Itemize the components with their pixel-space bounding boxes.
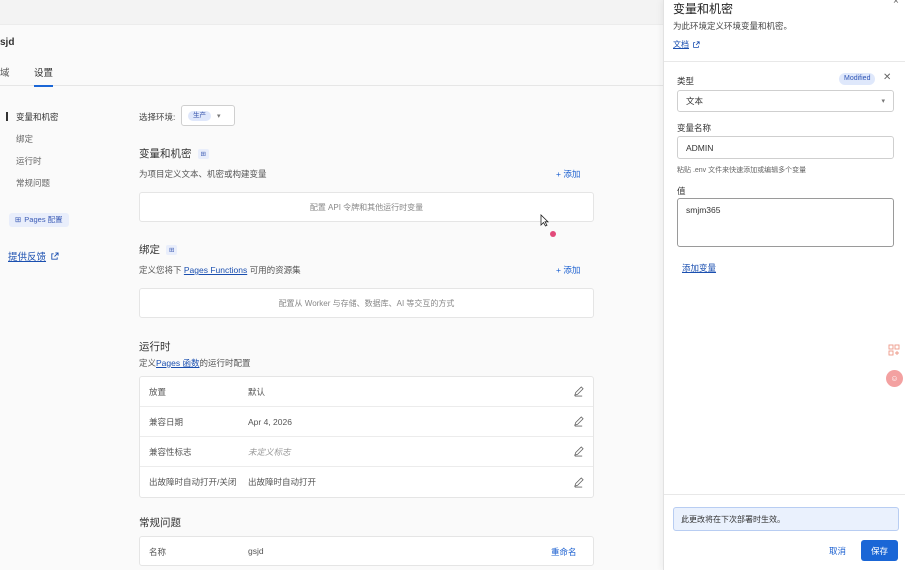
- vars-title-text: 变量和机密: [139, 148, 192, 160]
- runtime-key: 兼容日期: [149, 416, 184, 427]
- apps-icon[interactable]: [888, 344, 900, 356]
- table-row: 出故障时自动打开/关闭 出故障时自动打开: [140, 467, 593, 497]
- runtime-title-text: 运行时: [139, 341, 171, 353]
- runtime-table: 放置 默认 兼容日期 Apr 4, 2026 兼容性标志 未定义标志 出故障时自…: [139, 376, 594, 498]
- env-select[interactable]: 生产 ▾: [181, 105, 235, 126]
- main-area: sjd 域 设置 变量和机密 绑定 运行时 常规问题 ⊞ Pages 配置 提供…: [0, 0, 663, 570]
- faq-name-row: 名称 gsjd 重命名: [139, 536, 594, 566]
- runtime-value: 未定义标志: [248, 446, 291, 457]
- project-name-key: 名称: [149, 547, 167, 557]
- doc-icon[interactable]: ⊞: [197, 148, 209, 159]
- runtime-section-desc: 定义Pages 函数的运行时配置: [139, 357, 251, 369]
- doc-icon: ⊞: [15, 215, 22, 224]
- drawer-title: 变量和机密: [673, 2, 734, 16]
- table-row: 放置 默认: [140, 377, 593, 407]
- runtime-value: 默认: [248, 386, 266, 397]
- project-name-value: gsjd: [248, 546, 264, 556]
- vars-section-desc: 为项目定义文本、机密或构建变量: [139, 169, 267, 179]
- feedback-link[interactable]: 提供反馈: [8, 249, 59, 263]
- pages-config-label: Pages 配置: [24, 215, 63, 224]
- var-name-label: 变量名称: [677, 123, 712, 133]
- env-paste-hint: 粘贴 .env 文件来快速添加或编辑多个变量: [677, 167, 807, 174]
- remove-variable-icon[interactable]: ✕: [883, 72, 891, 83]
- doc-link-label: 文档: [673, 40, 689, 49]
- sidebar-active-marker: [6, 112, 8, 121]
- rename-button[interactable]: 重命名: [551, 546, 577, 558]
- vars-empty-text: 配置 API 令牌和其他运行时变量: [309, 202, 424, 212]
- bindings-section-title: 绑定 ⊞: [139, 242, 178, 257]
- faq-section-title: 常规问题: [139, 515, 181, 530]
- var-value-textarea[interactable]: smjm365: [677, 198, 894, 247]
- runtime-desc-pre: 定义: [139, 358, 157, 368]
- top-bar: [0, 0, 663, 25]
- add-binding-button[interactable]: + 添加: [556, 264, 580, 276]
- sidebar-item-general[interactable]: 常规问题: [16, 177, 50, 189]
- tab-settings[interactable]: 设置: [34, 65, 54, 87]
- env-selected: 生产: [188, 110, 211, 121]
- modified-badge: Modified: [839, 73, 876, 85]
- bindings-desc-pre: 定义您将下: [139, 265, 182, 275]
- mouse-cursor-icon: [540, 214, 549, 227]
- sidebar-item-variables[interactable]: 变量和机密: [16, 111, 59, 123]
- bindings-title-text: 绑定: [139, 244, 160, 256]
- external-link-icon: [693, 40, 700, 48]
- value-label: 值: [677, 186, 686, 196]
- divider: [664, 494, 905, 495]
- type-select[interactable]: 文本 ▾: [677, 90, 894, 112]
- type-label: 类型: [677, 76, 695, 86]
- save-button[interactable]: 保存: [861, 540, 898, 561]
- chevron-down-icon: ▾: [881, 98, 885, 105]
- env-label: 选择环境:: [139, 112, 176, 122]
- vars-section-title: 变量和机密 ⊞: [139, 146, 209, 161]
- runtime-section-title: 运行时: [139, 339, 171, 354]
- divider: [664, 61, 905, 62]
- indicator-dot: [550, 231, 556, 237]
- var-name-input[interactable]: [677, 136, 894, 159]
- deploy-note: 此更改将在下次部署时生效。: [673, 507, 899, 531]
- pages-function-link[interactable]: Pages 函数: [156, 358, 199, 368]
- add-variable-link[interactable]: 添加变量: [682, 262, 716, 274]
- chevron-down-icon: ▾: [217, 112, 221, 120]
- external-link-icon: [51, 251, 59, 260]
- runtime-value: Apr 4, 2026: [248, 416, 292, 427]
- tab-domains[interactable]: 域: [0, 65, 10, 79]
- edit-pencil-icon[interactable]: [573, 386, 584, 397]
- close-icon[interactable]: ×: [893, 0, 899, 7]
- sidebar-item-bindings[interactable]: 绑定: [16, 133, 33, 145]
- runtime-key: 放置: [149, 386, 167, 397]
- table-row: 兼容日期 Apr 4, 2026: [140, 407, 593, 437]
- edit-pencil-icon[interactable]: [573, 476, 584, 488]
- bindings-section-desc: 定义您将下 Pages Functions 可用的资源集: [139, 264, 301, 276]
- doc-icon[interactable]: ⊞: [166, 244, 178, 255]
- faq-title-text: 常规问题: [139, 517, 181, 529]
- pages-config-badge: ⊞ Pages 配置: [9, 213, 69, 227]
- pages-functions-link[interactable]: Pages Functions: [184, 265, 247, 275]
- bindings-desc-post: 可用的资源集: [249, 265, 301, 275]
- cancel-button[interactable]: 取消: [829, 545, 846, 557]
- drawer-subtitle: 为此环境定义环境变量和机密。: [673, 21, 793, 31]
- table-row: 兼容性标志 未定义标志: [140, 437, 593, 467]
- runtime-desc-post: 的运行时配置: [199, 358, 251, 368]
- assistant-icon[interactable]: ☺: [886, 370, 903, 387]
- edit-pencil-icon[interactable]: [573, 416, 584, 427]
- tabs: 域 设置: [0, 62, 663, 87]
- bindings-empty-state: 配置从 Worker 与存储、数据库、AI 等交互的方式: [139, 288, 594, 318]
- drawer-doc-link[interactable]: 文档: [673, 39, 700, 50]
- vars-empty-state: 配置 API 令牌和其他运行时变量: [139, 192, 594, 222]
- variables-drawer: 变量和机密 × 为此环境定义环境变量和机密。 文档 类型 Modified ✕ …: [663, 0, 905, 570]
- type-select-value: 文本: [686, 96, 704, 106]
- deploy-note-text: 此更改将在下次部署时生效。: [681, 514, 785, 524]
- runtime-key: 出故障时自动打开/关闭: [149, 477, 237, 487]
- bindings-empty-text: 配置从 Worker 与存储、数据库、AI 等交互的方式: [278, 298, 455, 308]
- runtime-key: 兼容性标志: [149, 446, 192, 457]
- feedback-label: 提供反馈: [8, 252, 47, 263]
- runtime-value: 出故障时自动打开: [248, 477, 317, 487]
- sidebar-item-runtime[interactable]: 运行时: [16, 155, 42, 167]
- project-title: sjd: [0, 37, 15, 48]
- add-variable-button[interactable]: + 添加: [556, 168, 580, 180]
- edit-pencil-icon[interactable]: [573, 446, 584, 457]
